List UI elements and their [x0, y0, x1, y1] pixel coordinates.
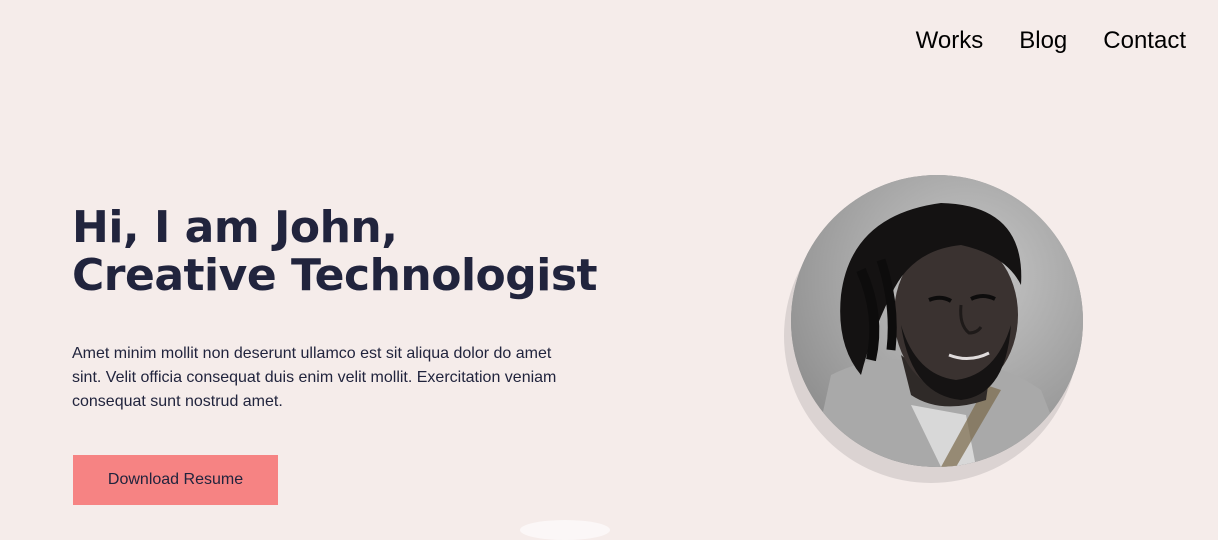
profile-photo: [791, 175, 1083, 467]
scroll-hint-shape: [520, 520, 610, 540]
nav-link-contact[interactable]: Contact: [1103, 26, 1186, 56]
hero-title-line-2: Creative Technologist: [72, 250, 598, 301]
hero-title-line-1: Hi, I am John,: [72, 202, 398, 253]
profile-photo-icon: [791, 175, 1083, 467]
hero-description: Amet minim mollit non deserunt ullamco e…: [72, 345, 557, 410]
download-resume-button[interactable]: Download Resume: [73, 455, 278, 505]
top-nav: Works Blog Contact: [916, 26, 1186, 56]
nav-link-works[interactable]: Works: [916, 26, 984, 56]
profile-photo-container: [784, 175, 1084, 483]
hero-title: Hi, I am John, Creative Technologist: [72, 202, 598, 301]
nav-link-blog[interactable]: Blog: [1019, 26, 1067, 56]
